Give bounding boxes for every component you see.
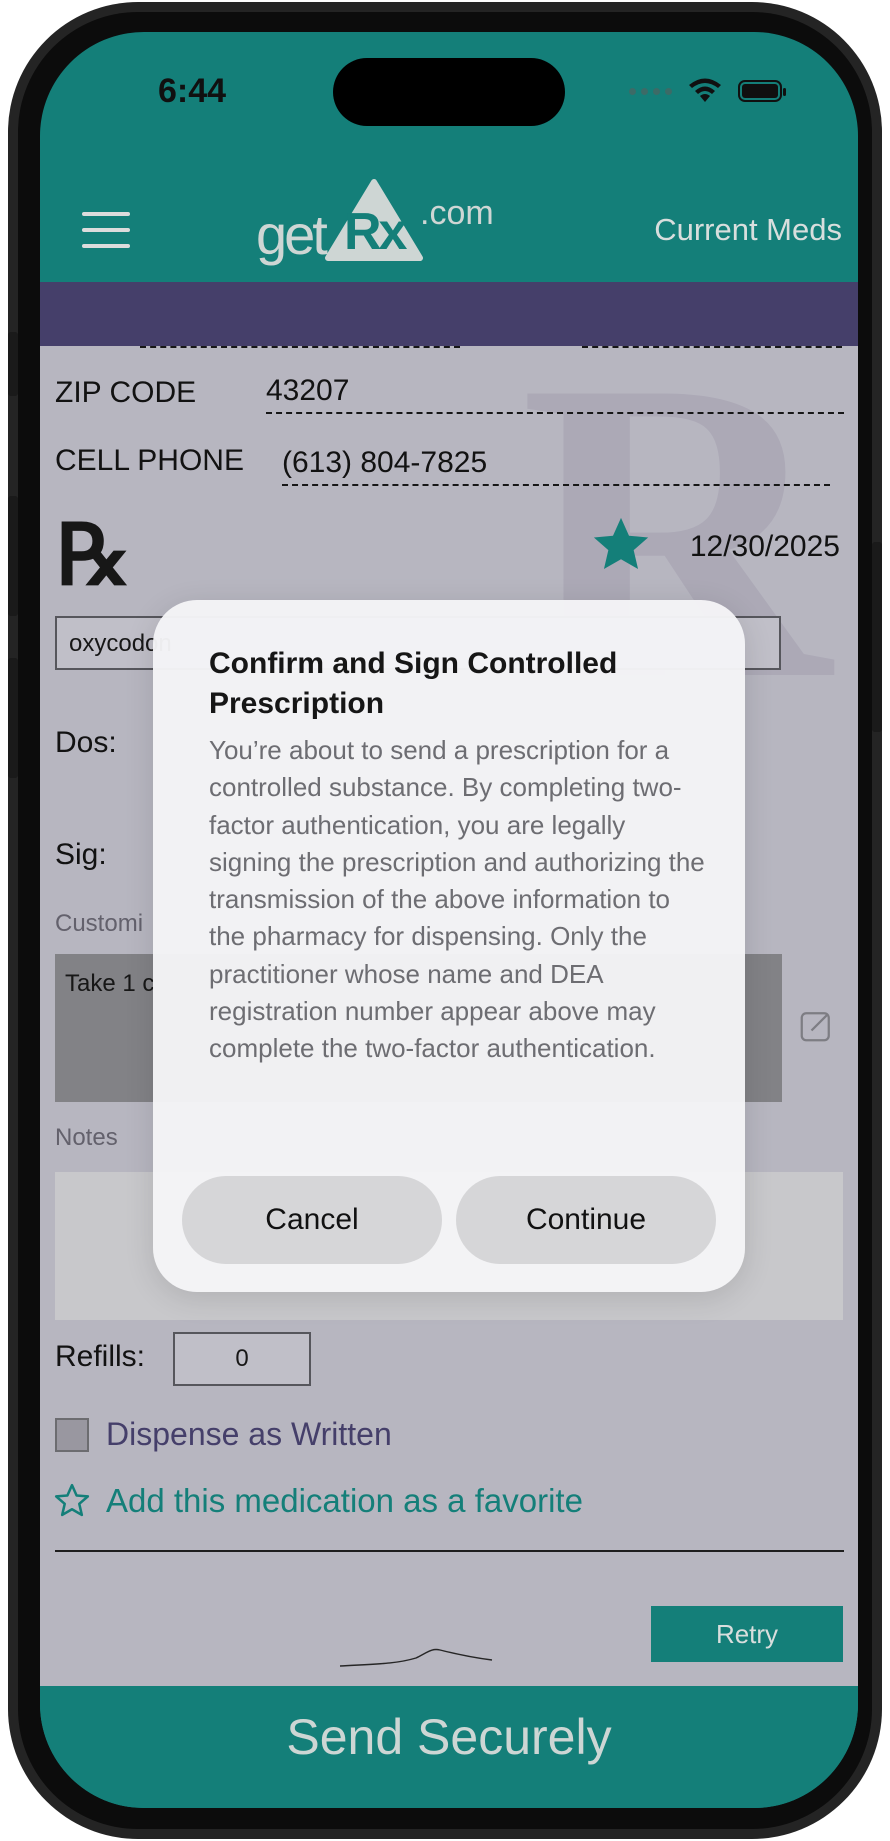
side-button-volume-down xyxy=(8,658,18,778)
dialog-title: Confirm and Sign Controlled Prescription xyxy=(209,647,618,720)
dialog-message: You’re about to send a prescription for … xyxy=(209,735,705,1064)
status-time: 6:44 xyxy=(158,72,227,110)
wifi-icon xyxy=(689,78,721,102)
confirm-sign-dialog: Confirm and Sign Controlled Prescription… xyxy=(153,600,745,1292)
side-button-volume-up xyxy=(8,496,18,616)
screen: get Rx .com Current Meds R ZIP CODE 4320… xyxy=(40,32,858,1808)
side-button-power xyxy=(872,542,882,732)
dynamic-island xyxy=(333,58,565,126)
continue-button[interactable]: Continue xyxy=(456,1176,716,1264)
battery-icon xyxy=(738,80,786,102)
status-icons xyxy=(629,78,786,104)
cellular-signal-icon xyxy=(629,87,672,95)
cancel-button[interactable]: Cancel xyxy=(182,1176,442,1264)
side-button-action xyxy=(8,332,18,396)
